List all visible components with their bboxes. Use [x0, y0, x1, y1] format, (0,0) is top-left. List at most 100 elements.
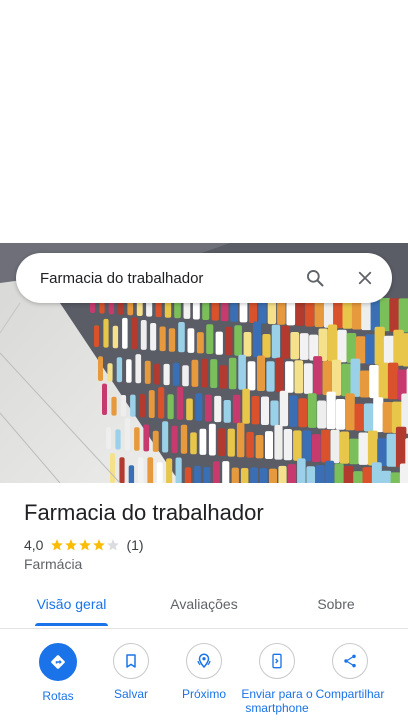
- place-category: Farmácia: [24, 556, 83, 572]
- shelf-product: [345, 393, 355, 431]
- shelf-product: [107, 363, 113, 382]
- shelf-product: [191, 359, 199, 387]
- shelf-product: [219, 365, 227, 389]
- shelf-product: [286, 300, 296, 326]
- tab-overview[interactable]: Visão geral: [35, 596, 108, 612]
- shelf-product: [199, 428, 207, 455]
- tab-reviews[interactable]: Avaliações: [166, 596, 242, 612]
- shelf-product: [102, 383, 107, 415]
- shelf-product: [270, 400, 279, 426]
- rating-row[interactable]: 4,0 (1): [24, 536, 144, 554]
- shelf-product: [297, 458, 306, 483]
- shelf-product: [195, 393, 203, 421]
- star-icon: [79, 539, 92, 551]
- shelf-product: [261, 396, 269, 425]
- shelf-product: [162, 421, 169, 453]
- save-button[interactable]: Salvar: [93, 643, 169, 701]
- shelf-product: [302, 430, 312, 462]
- shelf-product: [187, 328, 195, 353]
- shelf-product: [242, 388, 250, 424]
- close-icon[interactable]: [352, 265, 378, 291]
- shelf-product: [236, 422, 245, 458]
- shelf-product: [218, 428, 226, 456]
- shelf-product: [253, 321, 261, 357]
- shelf-product: [265, 431, 273, 459]
- shelf-product: [257, 355, 265, 391]
- shelf-product: [311, 434, 321, 462]
- shelf-product: [134, 427, 140, 451]
- star-icon: [51, 539, 64, 551]
- shelf-product: [373, 397, 384, 433]
- shelf-product: [367, 430, 378, 466]
- map-blank-area: [0, 0, 408, 243]
- nearby-button[interactable]: Próximo: [166, 643, 242, 701]
- shelf-product: [240, 468, 249, 483]
- share-button[interactable]: Compartilhar: [312, 643, 388, 701]
- shelf-product: [112, 325, 119, 349]
- shelf-product: [389, 298, 400, 332]
- shelf-product: [382, 402, 393, 433]
- shelf-product: [200, 358, 208, 388]
- shelf-product: [358, 432, 369, 465]
- shelf-product: [154, 363, 161, 385]
- shelf-product: [275, 357, 285, 393]
- shelf-product: [224, 326, 233, 356]
- tab-about[interactable]: Sobre: [310, 596, 362, 612]
- shelf-product: [214, 395, 222, 423]
- shelf-product: [374, 326, 385, 365]
- shelf-product: [317, 400, 327, 429]
- shelf-product: [354, 403, 365, 431]
- send-to-phone-label: Enviar para o smartphone: [241, 687, 313, 715]
- shelf-product: [148, 390, 155, 418]
- shelf-product: [378, 362, 389, 399]
- shelf-product: [120, 395, 127, 417]
- shelf-product: [271, 324, 281, 359]
- shelf-product: [203, 467, 211, 483]
- shelf-product: [246, 431, 254, 458]
- shelf-product: [124, 418, 131, 451]
- shelf-product: [287, 464, 297, 483]
- shelf-product: [386, 433, 397, 467]
- rating-value: 4,0: [24, 537, 44, 553]
- shelf-product: [126, 359, 132, 383]
- search-bar[interactable]: [16, 253, 392, 303]
- tab-bar: Visão geral Avaliações Sobre: [0, 582, 408, 629]
- shelf-product: [327, 324, 338, 362]
- shelf-product: [232, 394, 241, 424]
- shelf-product: [313, 356, 323, 395]
- shelf-product: [334, 463, 344, 483]
- shelf-product: [365, 334, 376, 365]
- shelf-product: [196, 332, 204, 354]
- shelf-product: [119, 457, 125, 483]
- search-icon[interactable]: [302, 265, 328, 291]
- shelf-product: [139, 393, 146, 418]
- nearby-icon: [186, 643, 222, 679]
- shelf-product: [362, 467, 373, 483]
- directions-button[interactable]: Rotas: [20, 643, 96, 703]
- star-empty-icon: [107, 539, 120, 551]
- directions-icon: [39, 643, 77, 681]
- shelf-product: [212, 461, 220, 483]
- review-count[interactable]: (1): [126, 537, 143, 553]
- shelf-product: [341, 363, 351, 397]
- shelf-product: [147, 457, 154, 483]
- shelf-product: [228, 357, 237, 390]
- save-label: Salvar: [113, 687, 148, 701]
- shelf-product: [281, 325, 290, 359]
- shelf-product: [210, 359, 218, 388]
- shelf-product: [269, 468, 277, 483]
- shelf-product: [274, 424, 283, 460]
- shelf-product: [166, 458, 173, 483]
- search-input[interactable]: [40, 253, 280, 303]
- shelf-product: [330, 429, 340, 464]
- shelf-product: [351, 302, 362, 330]
- shelf-product: [293, 430, 302, 461]
- send-to-phone-button[interactable]: Enviar para o smartphone: [239, 643, 315, 715]
- shelf-product: [339, 431, 350, 464]
- shelf-product: [223, 400, 231, 423]
- share-icon: [332, 643, 368, 679]
- shelf-product: [285, 361, 294, 393]
- shelf-product: [176, 386, 184, 420]
- shelf-product: [325, 460, 335, 483]
- rating-stars: [50, 538, 120, 552]
